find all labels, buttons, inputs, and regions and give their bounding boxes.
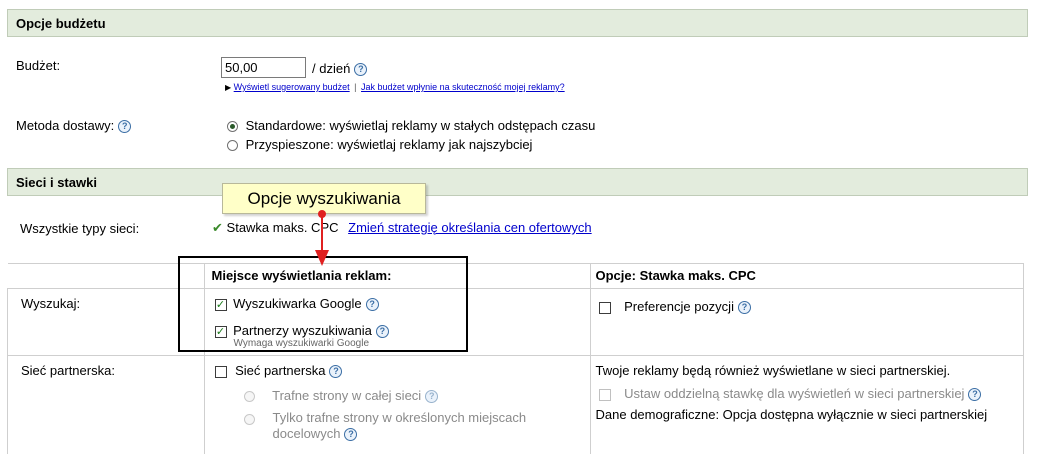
search-partners-label: Partnerzy wyszukiwania (233, 323, 372, 339)
change-strategy-link[interactable]: Zmień strategię określania cen ofertowyc… (348, 220, 592, 235)
help-icon[interactable]: ? (425, 390, 439, 404)
google-search-label: Wyszukiwarka Google (233, 296, 362, 311)
options-column-header: Opcje: Stawka maks. CPC (595, 268, 756, 283)
placement-header-cell: Miejsce wyświetlania reklam: (203, 263, 591, 289)
position-preference-option[interactable]: Preferencje pozycji? (591, 289, 1023, 315)
radio-relevant-selected[interactable] (243, 414, 255, 426)
content-network-info: Twoje reklamy będą również wyświetlane w… (595, 363, 951, 378)
budget-effect-link[interactable]: Jak budżet wpłynie na skuteczność mojej … (361, 82, 565, 92)
per-day-text: / dzień (312, 61, 351, 76)
relevant-all-label: Trafne strony w całej sieci (272, 388, 422, 404)
checkmark-icon: ✔ (212, 220, 223, 235)
networks-table: Miejsce wyświetlania reklam: Opcje: Staw… (7, 263, 1024, 454)
search-row-label-cell: Wyszukaj: (7, 288, 205, 356)
relevant-selected-option[interactable]: Tylko trafne strony w określonych miejsc… (205, 403, 590, 442)
google-search-option[interactable]: ✓ Wyszukiwarka Google? (205, 289, 590, 312)
help-icon[interactable]: ? (344, 428, 358, 442)
content-network-checkbox[interactable] (214, 365, 227, 378)
callout-arrow (315, 210, 329, 266)
search-row-label: Wyszukaj: (21, 296, 81, 311)
all-networks-label: Wszystkie typy sieci: (20, 221, 140, 236)
arrow-head (315, 250, 329, 266)
relevant-selected-text: Tylko trafne strony w określonych miejsc… (273, 410, 543, 442)
separate-bid-label: Ustaw oddzielną stawkę dla wyświetleń w … (624, 386, 965, 401)
search-partners-option[interactable]: ✓ Partnerzy wyszukiwania? (205, 311, 590, 339)
radio-accelerated[interactable] (227, 140, 238, 152)
position-preference-checkbox[interactable] (598, 301, 611, 314)
delivery-method-text: Metoda dostawy: (16, 118, 115, 133)
position-preference-label: Preferencje pozycji (624, 299, 734, 314)
content-options-cell: Twoje reklamy będą również wyświetlane w… (589, 355, 1024, 454)
help-icon[interactable]: ? (118, 120, 132, 134)
radio-relevant-all[interactable] (243, 391, 255, 403)
content-network-option[interactable]: Sieć partnerska? (205, 356, 590, 379)
content-row-label: Sieć partnerska: (21, 363, 115, 378)
help-icon[interactable]: ? (329, 365, 343, 379)
search-partners-note: Wymaga wyszukiwarki Google (233, 338, 370, 350)
link-separator: | (354, 82, 357, 92)
delivery-option-accelerated-label: Przyspieszone: wyświetlaj reklamy jak na… (245, 137, 533, 152)
delivery-method-label: Metoda dostawy:? (16, 118, 132, 134)
delivery-option-standard-label: Standardowe: wyświetlaj reklamy w stałyc… (245, 118, 596, 133)
header-empty-cell (7, 263, 205, 289)
budget-input[interactable] (221, 57, 306, 78)
separate-bid-checkbox[interactable] (598, 388, 611, 401)
search-options-cell: Preferencje pozycji? (589, 288, 1024, 356)
content-row-label-cell: Sieć partnerska: (7, 355, 205, 454)
budget-links: ▶ Wyświetl sugerowany budżet | Jak budże… (225, 82, 565, 92)
help-icon[interactable]: ? (365, 298, 379, 312)
placement-column-header: Miejsce wyświetlania reklam: (211, 268, 392, 283)
google-search-checkbox[interactable]: ✓ (214, 298, 227, 311)
content-placement-cell: Sieć partnerska? Trafne strony w całej s… (203, 355, 591, 454)
options-header-cell: Opcje: Stawka maks. CPC (589, 263, 1024, 289)
delivery-option-standard[interactable]: Standardowe: wyświetlaj reklamy w stałyc… (227, 118, 595, 133)
budget-section-header: Opcje budżetu (7, 9, 1028, 37)
separate-bid-option[interactable]: Ustaw oddzielną stawkę dla wyświetleń w … (591, 378, 1023, 402)
network-section-header: Sieci i stawki (7, 168, 1028, 196)
radio-standard[interactable] (227, 121, 238, 133)
demographics-info: Dane demograficzne: Opcja dostępna wyłąc… (595, 407, 988, 423)
help-icon[interactable]: ? (375, 325, 389, 339)
relevant-selected-label: Tylko trafne strony w określonych miejsc… (272, 410, 527, 442)
suggested-budget-link[interactable]: Wyświetl sugerowany budżet (234, 82, 350, 92)
search-placement-cell: ✓ Wyszukiwarka Google? ✓ Partnerzy wyszu… (203, 288, 591, 356)
per-day-label: / dzień? (312, 61, 368, 77)
budget-label: Budżet: (16, 58, 61, 73)
content-network-label: Sieć partnerska (235, 363, 326, 378)
search-partners-checkbox[interactable]: ✓ (214, 325, 227, 338)
triangle-right-icon: ▶ (225, 83, 232, 92)
help-icon[interactable]: ? (737, 301, 751, 315)
help-icon[interactable]: ? (354, 63, 368, 77)
bid-strategy-row: ✔ Stawka maks. CPC Zmień strategię okreś… (212, 220, 592, 236)
relevant-all-option[interactable]: Trafne strony w całej sieci? (205, 378, 590, 404)
delivery-option-accelerated[interactable]: Przyspieszone: wyświetlaj reklamy jak na… (227, 137, 532, 152)
help-icon[interactable]: ? (968, 388, 982, 402)
